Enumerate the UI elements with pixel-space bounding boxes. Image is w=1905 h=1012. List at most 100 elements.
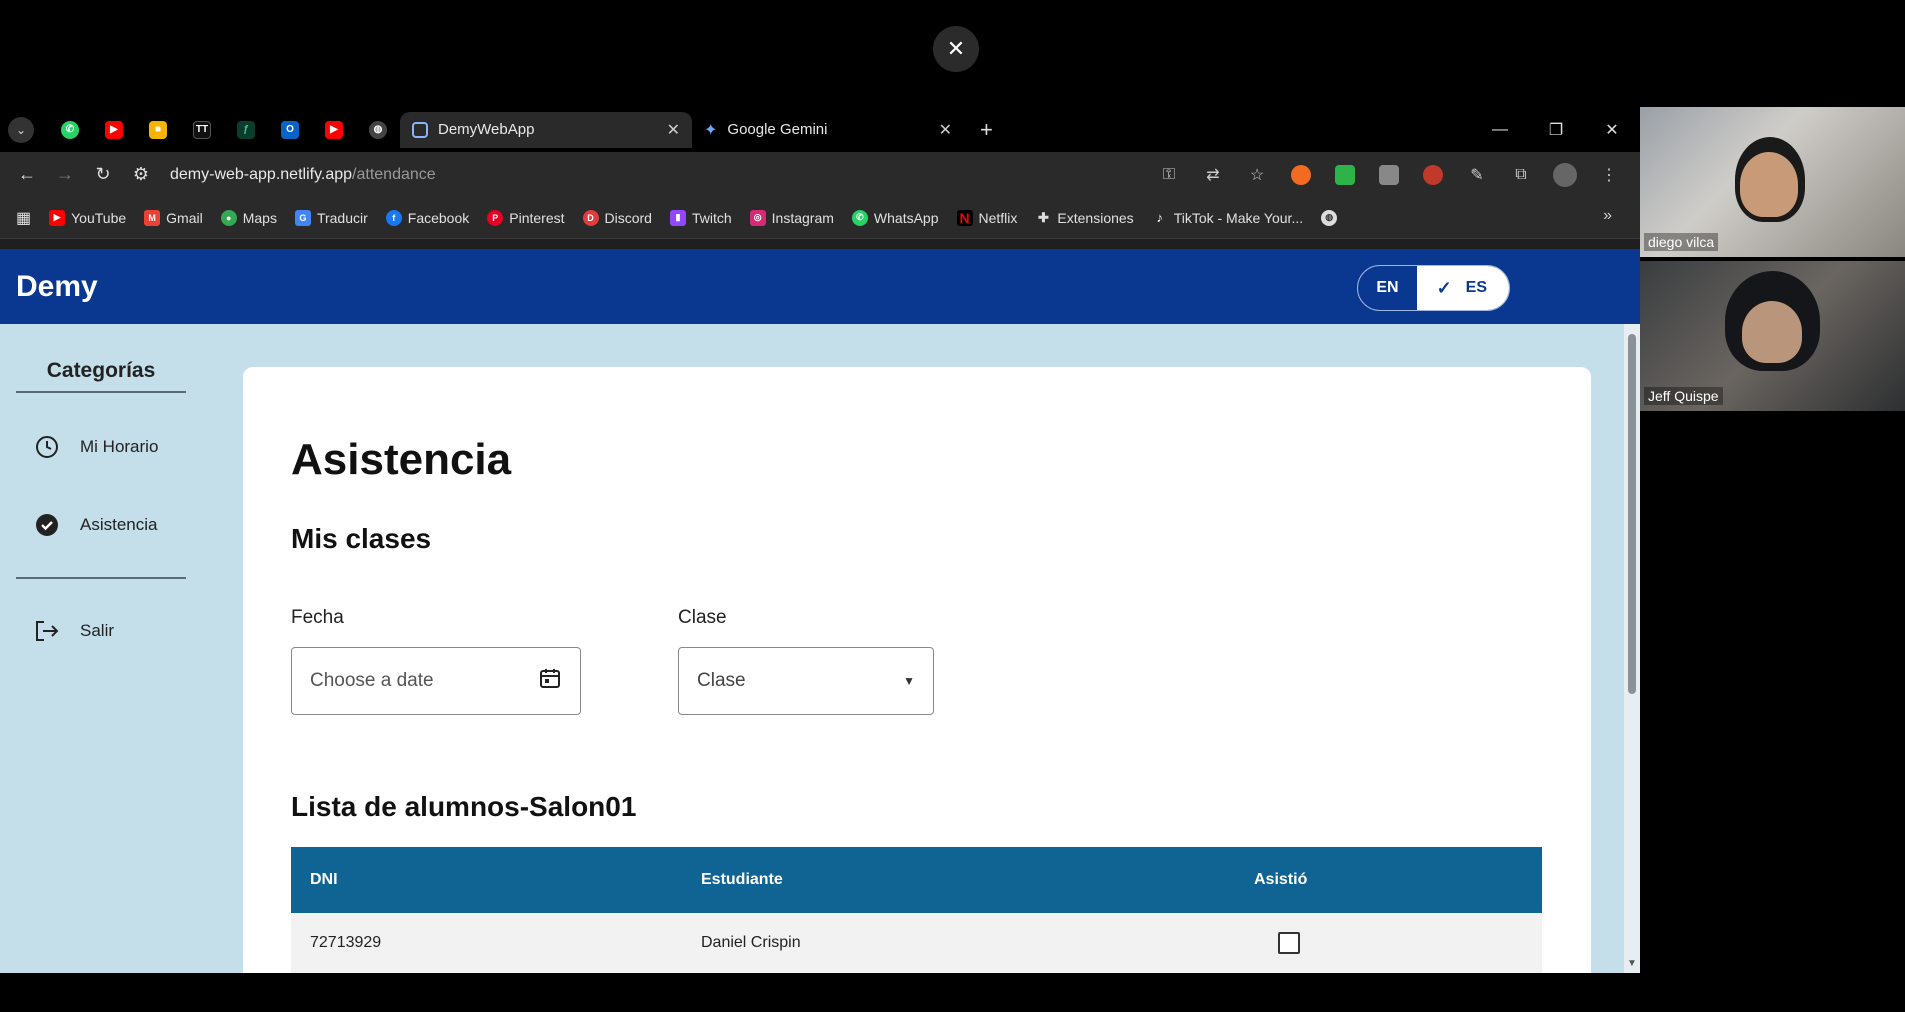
participant-video-2: Jeff Quispe [1640,261,1905,411]
check-circle-icon [34,512,60,538]
pinned-tab-tt[interactable]: TT [180,112,224,148]
lang-en-button[interactable]: EN [1358,266,1416,310]
attendance-table: DNI Estudiante Asistió 72713929 Daniel C… [291,847,1542,973]
apps-grid-icon[interactable]: ▦ [16,208,31,228]
more-bookmarks-icon[interactable]: » [1603,207,1612,225]
cell-dni: 72713929 [310,934,382,951]
extension-red-icon[interactable] [1418,160,1448,190]
sidebar-item-asistencia[interactable]: Asistencia [16,503,186,547]
page-title: Asistencia [291,435,512,484]
lang-es-button[interactable]: ✓ ES [1416,266,1509,310]
restore-icon[interactable]: ❐ [1528,107,1584,152]
bookmark-traducir[interactable]: G Traducir [294,209,368,226]
check-icon: ✓ [1436,277,1452,298]
pinned-tab-youtube[interactable]: ▶ [92,112,136,148]
screen: ✕ ⌄ ✆ ▶ ■ TT ƒ O ▶ ◍ DemyWebApp ✕ ✦ Goog… [0,0,1905,1012]
close-tab-icon[interactable]: ✕ [939,120,952,140]
bookmark-discord[interactable]: D Discord [582,209,652,226]
reload-button[interactable]: ↻ [86,158,120,192]
extension-shield-green-icon[interactable] [1330,160,1360,190]
pinned-tab-whatsapp[interactable]: ✆ [48,112,92,148]
tt-icon: TT [193,120,211,139]
bookmark-facebook[interactable]: f Facebook [385,209,469,226]
new-tab-button[interactable]: + [980,117,993,143]
browser-menu-icon[interactable]: ⋮ [1594,160,1624,190]
profile-avatar-icon[interactable] [1550,160,1580,190]
bookmark-pinterest[interactable]: P Pinterest [487,209,565,226]
youtube-icon: ▶ [105,120,123,139]
bookmark-youtube[interactable]: ▶ YouTube [49,209,126,226]
tab-google-gemini[interactable]: ✦ Google Gemini ✕ [692,112,964,148]
discord-icon: D [582,209,599,226]
pinned-tab-outlook[interactable]: O [268,112,312,148]
close-overlay-button[interactable]: ✕ [933,26,979,72]
pinned-tab-slides[interactable]: ■ [136,112,180,148]
bookmark-netflix[interactable]: N Netflix [956,209,1017,226]
pinned-tab-app[interactable]: ƒ [224,112,268,148]
sidebar-item-label: Mi Horario [80,437,159,456]
web-page: Demy EN ✓ ES Categorías Mi Horario Asist… [0,249,1640,973]
bookmark-whatsapp[interactable]: ✆ WhatsApp [851,209,939,226]
puzzle-icon: ✚ [1037,209,1049,225]
window-controls: — ❐ ✕ [1472,107,1640,152]
tab-label: Google Gemini [727,121,828,138]
password-key-icon[interactable]: ⚿ [1154,160,1184,190]
bookmark-extensiones[interactable]: ✚ Extensiones [1035,209,1134,226]
caret-down-icon: ▼ [903,674,915,688]
bookmark-instagram[interactable]: ◎ Instagram [749,209,834,226]
bookmark-tiktok[interactable]: ♪ TikTok - Make Your... [1152,210,1303,226]
logout-icon [34,618,60,644]
gmail-icon: M [144,209,161,226]
sidebar-title: Categorías [16,359,186,393]
column-header-dni[interactable]: DNI [310,871,338,889]
forward-button[interactable]: → [48,158,82,192]
calendar-icon[interactable] [538,666,562,696]
bookmark-globe[interactable]: ◍ [1321,209,1338,226]
close-icon: ✕ [946,36,966,61]
address-bar[interactable]: demy-web-app.netlify.app/attendance [162,158,1154,192]
scroll-down-icon[interactable]: ▼ [1627,958,1637,969]
student-list-title: Lista de alumnos-Salon01 [291,791,637,822]
date-input[interactable]: Choose a date [291,647,581,715]
back-button[interactable]: ← [10,158,44,192]
tab-label: DemyWebApp [438,121,535,138]
bookmark-star-icon[interactable]: ☆ [1242,160,1272,190]
tab-demywebapp[interactable]: DemyWebApp ✕ [400,111,692,148]
section-title-mis-clases: Mis clases [291,523,432,554]
site-info-icon[interactable]: ⚙ [124,158,158,192]
close-window-icon[interactable]: ✕ [1584,107,1640,152]
bookmarks-bar: ▦ ▶ YouTube M Gmail ● Maps G Traducir f Faceb… [0,197,1640,239]
youtube-icon: ▶ [325,120,343,139]
bookmark-maps[interactable]: ● Maps [220,209,277,226]
close-tab-icon[interactable]: ✕ [667,120,680,140]
extension-brush-icon[interactable]: ✎ [1462,160,1492,190]
tab-search-button[interactable]: ⌄ [8,116,34,143]
toolbar-icons: ⚿ ⇄ ☆ ✎ ⧉ ⋮ [1154,160,1624,190]
sidebar-item-salir[interactable]: Salir [16,609,186,653]
brand-logo[interactable]: Demy [16,270,98,304]
scrollbar-thumb[interactable] [1628,334,1636,694]
globe-icon: ◍ [1321,209,1338,226]
column-header-asistio[interactable]: Asistió [1254,871,1307,889]
tab-bar: ⌄ ✆ ▶ ■ TT ƒ O ▶ ◍ DemyWebApp ✕ ✦ Google… [0,107,1640,152]
attended-checkbox[interactable] [1278,932,1300,954]
pinned-tab-youtube-2[interactable]: ▶ [312,112,356,148]
pinned-tab-globe[interactable]: ◍ [356,112,400,148]
minimize-icon[interactable]: — [1472,107,1528,152]
page-scrollbar[interactable]: ▼ [1624,324,1640,973]
column-header-estudiante[interactable]: Estudiante [701,871,783,889]
extension-shield-gray-icon[interactable] [1374,160,1404,190]
extension-orange-icon[interactable] [1286,160,1316,190]
bookmark-gmail[interactable]: M Gmail [144,209,203,226]
whatsapp-icon: ✆ [61,120,79,139]
bookmark-twitch[interactable]: ▮ Twitch [669,209,732,226]
sidebar: Categorías Mi Horario Asistencia Salir [16,359,186,653]
extensions-puzzle-icon[interactable]: ⧉ [1506,160,1536,190]
app-header: Demy EN ✓ ES [0,249,1640,324]
translate-icon[interactable]: ⇄ [1198,160,1228,190]
participant-name: diego vilca [1644,233,1719,251]
instagram-icon: ◎ [749,209,766,226]
sidebar-item-mi-horario[interactable]: Mi Horario [16,425,186,469]
pinterest-icon: P [487,209,504,226]
class-select[interactable]: Clase ▼ [678,647,934,715]
